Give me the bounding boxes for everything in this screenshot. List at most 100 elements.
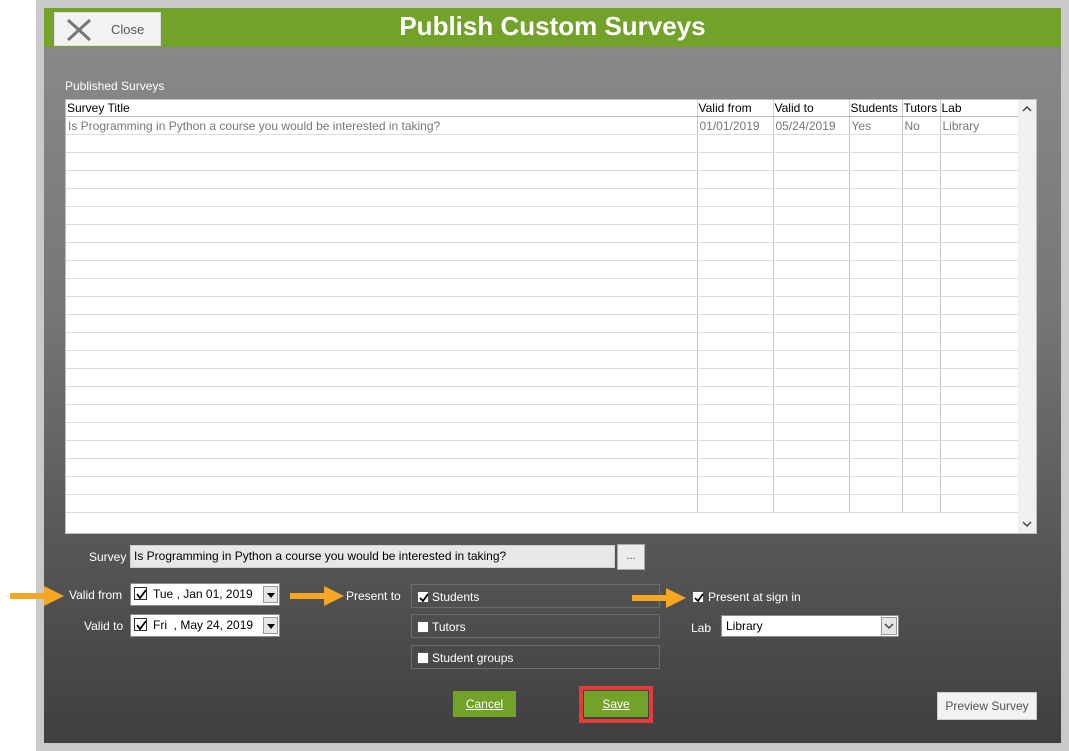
table-cell [849,494,903,513]
valid-to-checkbox[interactable] [134,618,147,631]
table-row[interactable] [66,296,1019,315]
valid-to-dropdown-button[interactable] [263,617,278,634]
table-row[interactable] [66,332,1019,351]
table-cell [902,260,941,279]
arrow-valid-from-icon [10,586,64,606]
table-cell [940,296,1019,315]
survey-title-field[interactable]: Is Programming in Python a course you wo… [130,545,615,568]
table-cell [66,494,698,513]
table-cell [773,152,850,171]
publish-surveys-dialog: Close Publish Custom Surveys Published S… [44,8,1061,743]
grid-scrollbar[interactable] [1018,100,1036,533]
cell-students: Yes [849,116,903,135]
present-to-tutors-row[interactable]: Tutors [411,614,660,638]
table-row[interactable] [66,440,1019,459]
table-cell [697,350,774,369]
table-cell [773,440,850,459]
table-row[interactable] [66,386,1019,405]
table-cell [773,350,850,369]
valid-from-checkbox[interactable] [134,587,147,600]
column-header-students[interactable]: Students [849,100,903,117]
tutors-checkbox[interactable] [417,621,429,633]
chevron-down-icon [267,624,275,629]
table-cell [940,206,1019,225]
table-cell [66,476,698,495]
table-cell [940,494,1019,513]
column-header-lab[interactable]: Lab [940,100,1019,117]
table-row[interactable] [66,458,1019,477]
table-cell [66,296,698,315]
valid-from-dropdown-button[interactable] [263,586,278,603]
cancel-button[interactable]: Cancel [453,691,516,717]
table-cell [940,134,1019,153]
table-row[interactable] [66,152,1019,171]
valid-to-datepicker[interactable]: Fri , May 24, 2019 [130,614,280,637]
table-cell [849,476,903,495]
table-row[interactable] [66,224,1019,243]
table-row[interactable] [66,422,1019,441]
table-cell [940,260,1019,279]
lab-select[interactable]: Library [721,615,899,637]
table-cell [849,224,903,243]
cell-lab: Library [940,116,1019,135]
table-row[interactable] [66,134,1019,153]
scroll-down-icon[interactable] [1022,519,1032,529]
cell-valid-from: 01/01/2019 [697,116,774,135]
table-cell [697,296,774,315]
valid-to-value: Fri , May 24, 2019 [153,618,254,632]
table-row[interactable] [66,404,1019,423]
students-checkbox[interactable] [417,591,429,603]
table-row[interactable] [66,476,1019,495]
table-cell [697,188,774,207]
table-cell [697,260,774,279]
table-row[interactable] [66,188,1019,207]
column-header-valid-from[interactable]: Valid from [697,100,774,117]
table-cell [902,440,941,459]
table-row[interactable] [66,350,1019,369]
save-button[interactable]: Save [584,691,648,717]
table-cell [66,278,698,297]
table-cell [849,314,903,333]
table-cell [773,134,850,153]
table-row[interactable] [66,170,1019,189]
table-row[interactable] [66,206,1019,225]
table-cell [697,242,774,261]
table-cell [773,386,850,405]
scroll-up-icon[interactable] [1022,104,1032,114]
published-surveys-grid[interactable]: Survey Title Valid from Valid to Student… [65,99,1037,534]
table-header-row: Survey Title Valid from Valid to Student… [66,100,1019,117]
student-groups-checkbox[interactable] [417,652,429,664]
lab-dropdown-button[interactable] [881,617,897,635]
table-row[interactable] [66,494,1019,513]
table-cell [849,188,903,207]
table-row[interactable] [66,242,1019,261]
table-cell [849,242,903,261]
browse-survey-button[interactable]: ... [617,544,645,570]
table-cell [940,188,1019,207]
table-cell [849,440,903,459]
table-cell [66,314,698,333]
table-cell [66,458,698,477]
column-header-tutors[interactable]: Tutors [902,100,941,117]
preview-survey-button[interactable]: Preview Survey [937,692,1037,720]
column-header-valid-to[interactable]: Valid to [773,100,850,117]
table-row[interactable]: Is Programming in Python a course you wo… [66,116,1019,135]
table-row[interactable] [66,368,1019,387]
student-groups-label: Student groups [432,651,514,665]
table-cell [940,242,1019,261]
present-at-signin-checkbox[interactable] [692,591,704,603]
table-cell [902,296,941,315]
table-cell [902,494,941,513]
table-row[interactable] [66,260,1019,279]
present-to-students-row[interactable]: Students [411,584,660,608]
arrow-present-to-icon [290,586,344,606]
table-cell [66,422,698,441]
table-row[interactable] [66,314,1019,333]
table-row[interactable] [66,278,1019,297]
present-to-student-groups-row[interactable]: Student groups [411,645,660,669]
table-cell [940,314,1019,333]
students-label: Students [432,590,480,604]
table-cell [902,206,941,225]
valid-from-datepicker[interactable]: Tue , Jan 01, 2019 [130,583,280,606]
column-header-survey-title[interactable]: Survey Title [66,100,698,117]
